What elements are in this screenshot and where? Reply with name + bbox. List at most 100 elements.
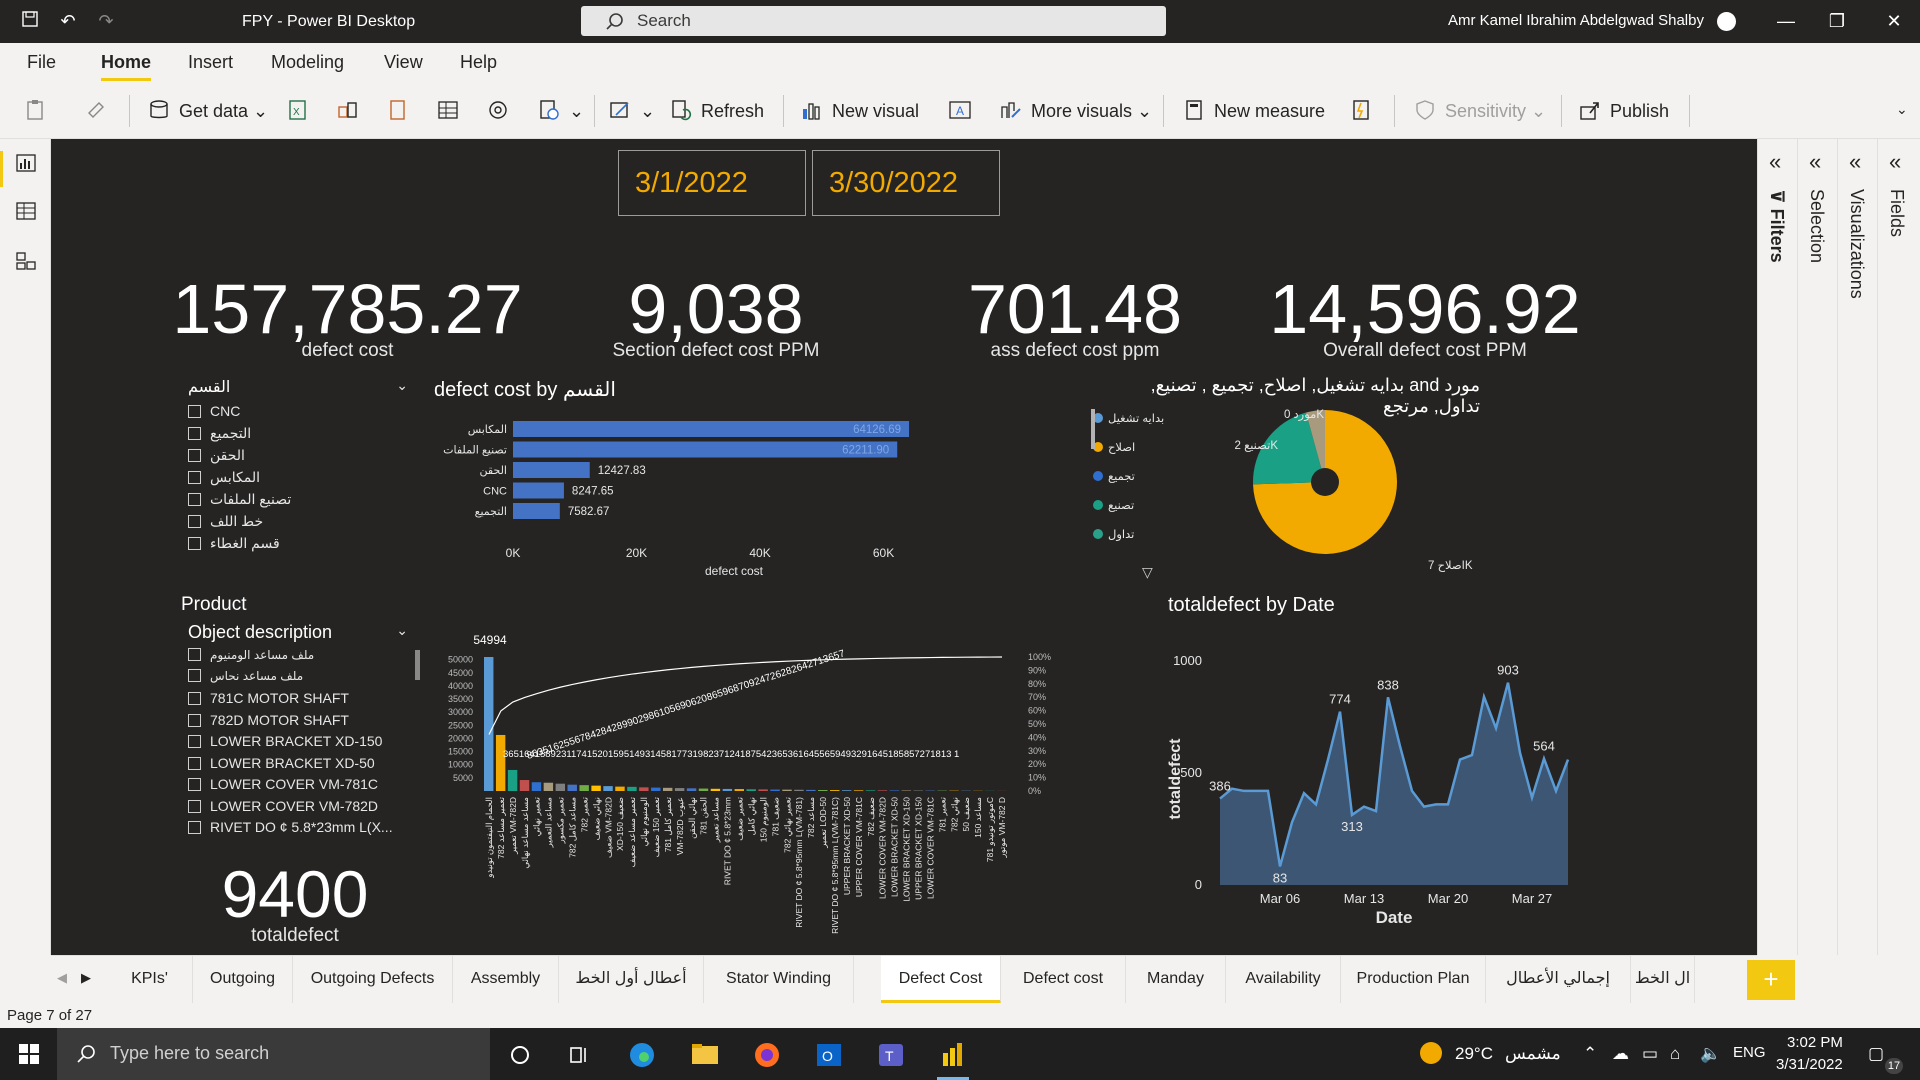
user-name[interactable]: Amr Kamel Ibrahim Abdelgwad Shalby	[1448, 12, 1704, 29]
recent-sources-icon[interactable]: ⌄	[537, 99, 584, 125]
refresh-button[interactable]: Refresh	[669, 99, 764, 125]
dataverse-source-icon[interactable]	[486, 99, 518, 125]
redo-icon[interactable]: ↷	[95, 10, 117, 32]
chevron-down-icon[interactable]: ⌄	[396, 377, 408, 394]
new-measure-button[interactable]: New measure	[1182, 99, 1325, 125]
slicer-item[interactable]: تصنيع الملفات	[188, 491, 291, 509]
filters-pane[interactable]: « ⊽ Filters	[1757, 139, 1797, 955]
selection-pane[interactable]: « Selection	[1797, 139, 1837, 955]
weather-icon[interactable]	[1420, 1042, 1442, 1064]
firefox-icon[interactable]	[753, 1041, 781, 1069]
tab-manday[interactable]: Manday	[1126, 956, 1226, 1004]
slicer-item[interactable]: الحقن	[188, 447, 245, 465]
data-view-icon[interactable]	[15, 201, 37, 221]
tab-stator-winding[interactable]: Stator Winding	[704, 956, 854, 1004]
tab-scroll-right-icon[interactable]: ▶	[81, 970, 91, 986]
slicer-item[interactable]: LOWER BRACKET XD-50	[188, 755, 375, 773]
format-painter-icon[interactable]	[85, 99, 117, 125]
transform-data-icon[interactable]: ⌄	[608, 99, 655, 125]
slicer-item[interactable]: CNC	[188, 403, 240, 421]
visualizations-pane[interactable]: « Visualizations	[1837, 139, 1877, 955]
dataset-icon[interactable]	[336, 99, 368, 125]
slicer-item[interactable]: RIVET DO ¢ 5.8*23mm L(X...	[188, 819, 393, 837]
tab-production-plan[interactable]: Production Plan	[1341, 956, 1486, 1004]
slicer-item[interactable]: LOWER BRACKET XD-150	[188, 733, 382, 751]
tab-outgoing[interactable]: Outgoing	[193, 956, 293, 1004]
menu-home[interactable]: Home	[101, 52, 152, 81]
text-box-icon[interactable]: A	[948, 99, 980, 125]
collapse-icon[interactable]: ▽	[1142, 564, 1153, 581]
minimize-icon[interactable]: —	[1775, 10, 1797, 32]
add-page-button[interactable]: +	[1747, 960, 1795, 1000]
legend-scrollbar[interactable]	[1091, 409, 1095, 449]
chevron-down-icon[interactable]: ⌄	[396, 622, 408, 639]
battery-icon[interactable]: ▭	[1642, 1044, 1658, 1064]
slicer-item[interactable]: التجميع	[188, 425, 251, 443]
tab-scroll-left-icon[interactable]: ◀	[57, 970, 67, 986]
volume-icon[interactable]: 🔈	[1700, 1044, 1721, 1064]
weather-desc[interactable]: مشمس	[1505, 1044, 1561, 1064]
menu-modeling[interactable]: Modeling	[271, 52, 344, 73]
ribbon-collapse-icon[interactable]: ⌄	[1896, 101, 1908, 127]
menu-view[interactable]: View	[384, 52, 423, 73]
slicer-item[interactable]: قسم الغطاء	[188, 535, 280, 553]
teams-icon[interactable]: T	[877, 1041, 905, 1069]
model-view-icon[interactable]	[15, 251, 37, 271]
onedrive-icon[interactable]: ☁	[1612, 1044, 1629, 1064]
undo-icon[interactable]: ↶	[57, 10, 79, 32]
enter-data-icon[interactable]	[436, 99, 468, 125]
excel-icon[interactable]: X	[286, 99, 318, 125]
slicer-item[interactable]: 782D MOTOR SHAFT	[188, 712, 349, 730]
clock-time[interactable]: 3:02 PM	[1787, 1034, 1843, 1051]
language-indicator[interactable]: ENG	[1733, 1044, 1766, 1061]
get-data-button[interactable]: Get data ⌄	[147, 99, 268, 125]
tab-availability[interactable]: Availability	[1226, 956, 1341, 1004]
slicer-item[interactable]: ملف مساعد نحاس	[188, 669, 303, 687]
tray-chevron-icon[interactable]: ⌃	[1583, 1044, 1597, 1064]
close-icon[interactable]: ✕	[1883, 10, 1905, 32]
windows-start-icon[interactable]	[19, 1044, 39, 1064]
search-box[interactable]: Search	[581, 6, 1166, 36]
tab-assembly[interactable]: Assembly	[453, 956, 559, 1004]
restore-icon[interactable]: ❐	[1826, 10, 1848, 32]
slicer-item[interactable]: LOWER COVER VM-782D	[188, 798, 378, 816]
report-view-icon[interactable]	[15, 153, 37, 173]
slicer-item[interactable]: ملف مساعد الومنيوم	[188, 648, 314, 666]
tab-kpis[interactable]: KPIs'	[107, 956, 193, 1004]
tab-total-faults[interactable]: إجمالي الأعطال	[1486, 956, 1631, 1004]
menu-help[interactable]: Help	[460, 52, 497, 73]
fields-pane[interactable]: « Fields	[1877, 139, 1917, 955]
tab-first-line-faults[interactable]: أعطال أول الخط	[559, 956, 704, 1004]
network-icon[interactable]: ⌂	[1670, 1044, 1680, 1064]
slicer-item[interactable]: خط اللف	[188, 513, 263, 531]
file-explorer-icon[interactable]	[691, 1042, 719, 1066]
quick-measure-icon[interactable]	[1349, 99, 1381, 125]
date-start[interactable]: 3/1/2022	[618, 150, 806, 216]
tab-defect-cost-active[interactable]: Defect Cost	[881, 956, 1001, 1004]
notification-icon[interactable]: ▢	[1868, 1044, 1884, 1064]
weather-temp[interactable]: 29°C	[1455, 1044, 1493, 1064]
outlook-icon[interactable]: O	[815, 1041, 843, 1069]
slicer-item[interactable]: 781C MOTOR SHAFT	[188, 690, 349, 708]
edge-icon[interactable]	[628, 1041, 656, 1069]
slicer-item[interactable]: المكابس	[188, 469, 260, 487]
slicer-item[interactable]: LOWER COVER VM-781C	[188, 776, 378, 794]
new-visual-button[interactable]: New visual	[800, 99, 919, 125]
more-visuals-button[interactable]: More visuals ⌄	[999, 99, 1152, 125]
date-end[interactable]: 3/30/2022	[812, 150, 1000, 216]
cortana-icon[interactable]	[509, 1044, 531, 1066]
paste-icon[interactable]	[24, 99, 56, 125]
avatar[interactable]	[1717, 12, 1736, 31]
slicer-scrollbar[interactable]	[415, 650, 420, 680]
clock-date[interactable]: 3/31/2022	[1776, 1056, 1843, 1073]
publish-button[interactable]: Publish	[1578, 99, 1669, 125]
power-bi-icon[interactable]	[939, 1041, 967, 1069]
sensitivity-button[interactable]: Sensitivity ⌄	[1413, 99, 1546, 125]
save-icon[interactable]	[19, 10, 41, 32]
tab-line[interactable]: ال الخط	[1631, 956, 1695, 1004]
menu-insert[interactable]: Insert	[188, 52, 233, 73]
taskbar-search[interactable]: Type here to search	[57, 1028, 490, 1080]
task-view-icon[interactable]	[568, 1044, 590, 1066]
tab-outgoing-defects[interactable]: Outgoing Defects	[293, 956, 453, 1004]
tab-defect-cost[interactable]: Defect cost	[1001, 956, 1126, 1004]
